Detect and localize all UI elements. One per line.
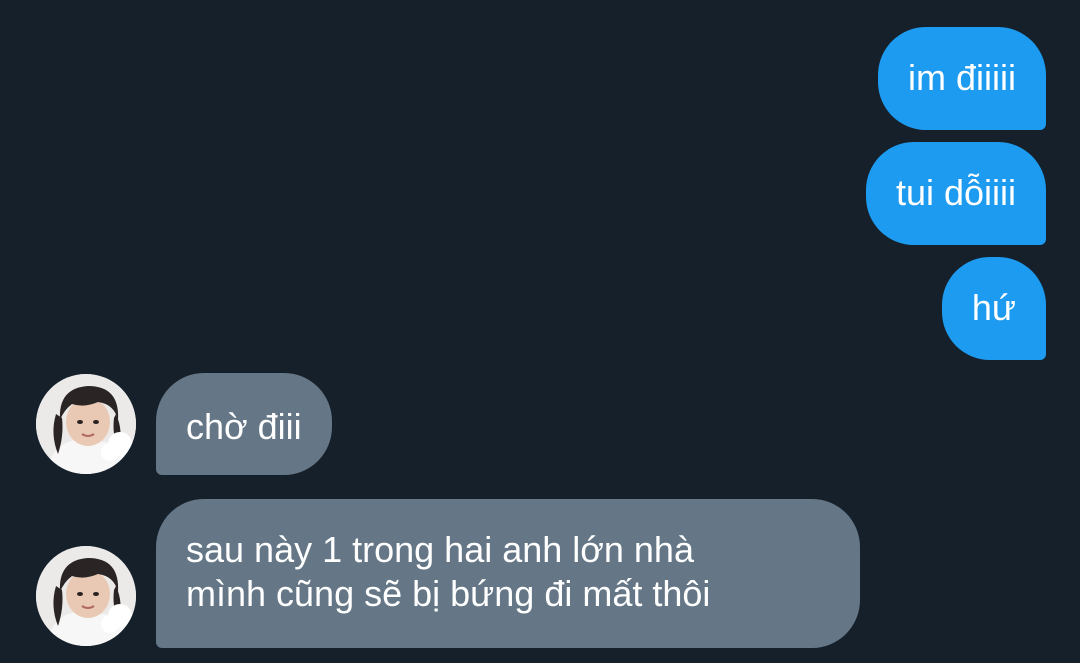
sent-message-bubble[interactable]: tui dỗiiii <box>865 142 1046 245</box>
avatar-image <box>36 374 136 474</box>
sent-message-bubble[interactable]: im điiiii <box>878 27 1046 130</box>
message-text: im điiiii <box>908 57 1016 98</box>
message-text: chờ điii <box>186 406 302 447</box>
conversation-view: im điiiii tui dỗiiii hứ chờ điii sau này… <box>0 0 1080 663</box>
sent-message-bubble[interactable]: hứ <box>941 257 1046 360</box>
message-text: tui dỗiiii <box>895 172 1016 213</box>
contact-avatar[interactable] <box>36 374 136 474</box>
received-message-bubble[interactable]: sau này 1 trong hai anh lớn nhà mình cũn… <box>156 499 860 648</box>
message-text-line: mình cũng sẽ bị bứng đi mất thôi <box>186 573 711 614</box>
message-text-line: sau này 1 trong hai anh lớn nhà <box>186 529 694 570</box>
message-text: hứ <box>971 287 1016 328</box>
contact-avatar[interactable] <box>36 546 136 646</box>
avatar-image <box>36 546 136 646</box>
received-message-bubble[interactable]: chờ điii <box>156 373 332 475</box>
